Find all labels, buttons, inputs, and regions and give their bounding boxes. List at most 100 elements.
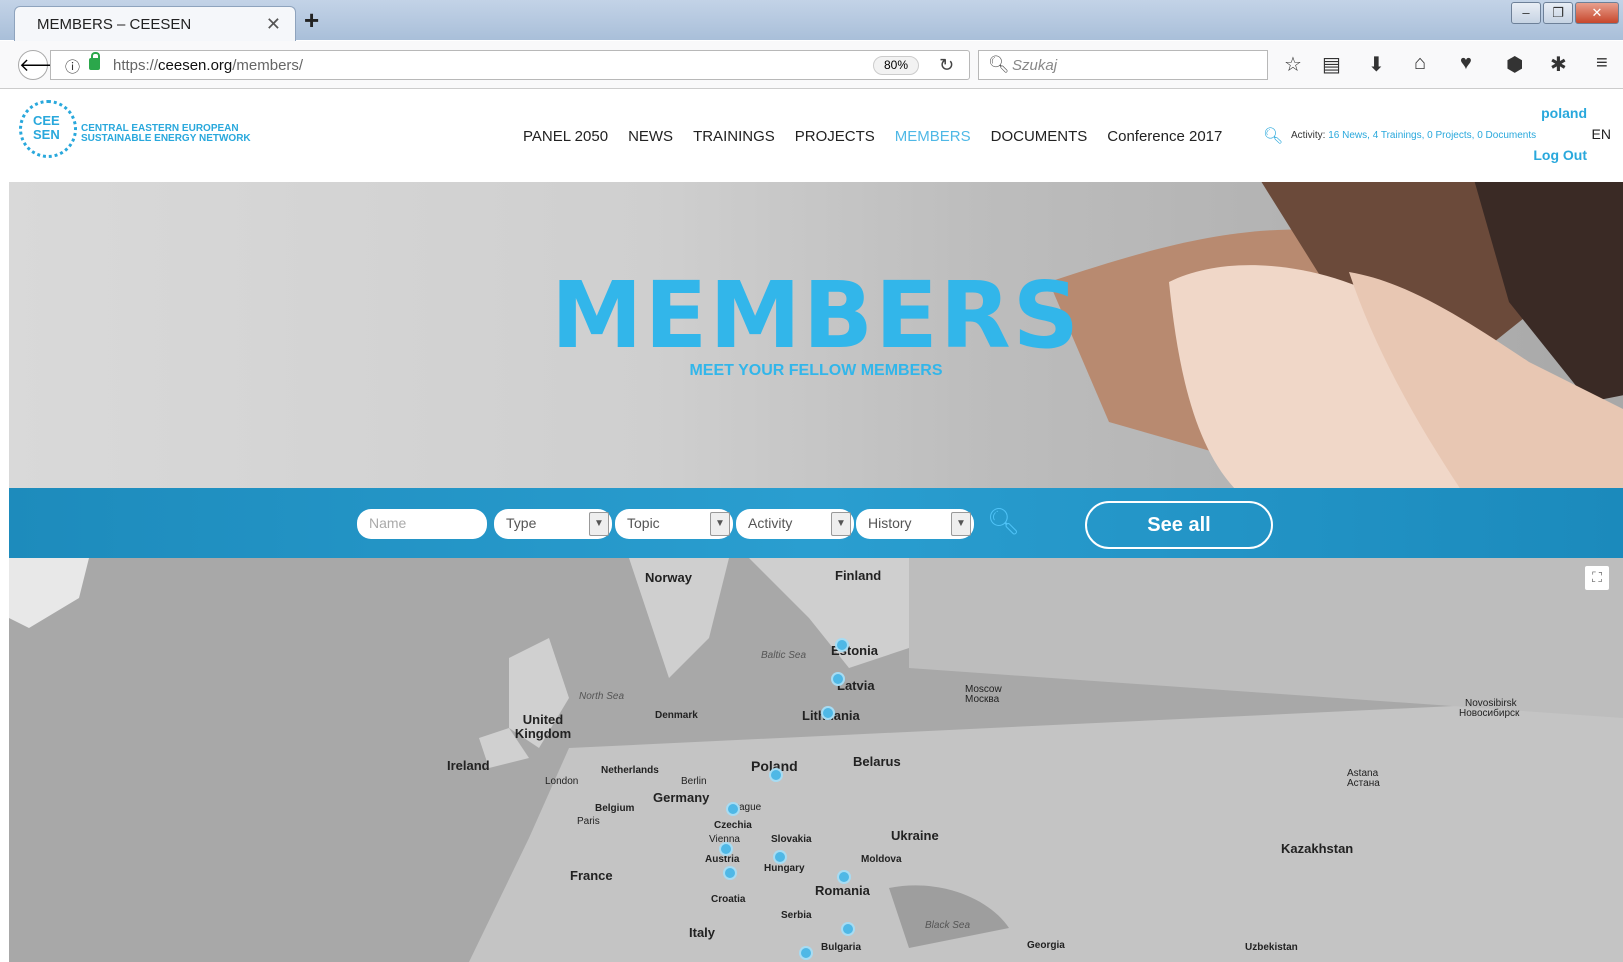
search-icon: 🔍︎ (988, 55, 1010, 74)
map-label: Belarus (853, 754, 901, 769)
map-label: Italy (689, 925, 716, 940)
member-pin[interactable] (719, 842, 733, 856)
hero-subtitle: MEET YOUR FELLOW MEMBERS (689, 362, 943, 379)
zoom-indicator[interactable]: 80% (873, 56, 920, 75)
minimize-icon[interactable]: – (1511, 2, 1541, 24)
back-arrow-icon[interactable]: 🡐 (18, 50, 67, 80)
chevron-down-icon[interactable]: ▼ (710, 512, 730, 536)
address-bar[interactable]: ⓘ https://ceesen.org/members/ 80% ↻ (50, 50, 970, 80)
history-select[interactable]: History ▼ (856, 509, 974, 539)
restore-icon[interactable]: ❐ (1543, 2, 1573, 24)
map-label: Slovakia (771, 834, 812, 845)
member-pin[interactable] (841, 922, 855, 936)
filter-search-icon[interactable]: 🔍︎ (987, 506, 1020, 537)
window-controls: – ❐ ✕ (1511, 2, 1619, 24)
map-label: North Sea (579, 691, 625, 702)
map-label: Netherlands (601, 765, 659, 776)
map-label: Croatia (711, 894, 746, 905)
map-label: Baltic Sea (761, 650, 807, 661)
member-pin[interactable] (769, 768, 783, 782)
map-label: Kazakhstan (1281, 841, 1354, 856)
members-map[interactable]: Norway Finland Estonia Latvia Lithuania … (9, 558, 1623, 962)
logo-text[interactable]: CENTRAL EASTERN EUROPEAN SUSTAINABLE ENE… (81, 124, 251, 144)
chevron-down-icon[interactable]: ▼ (951, 512, 971, 536)
map-label: Moldova (861, 854, 902, 865)
nav-documents[interactable]: DOCUMENTS (991, 128, 1088, 145)
topic-select[interactable]: Topic ▼ (615, 509, 733, 539)
filter-bar: Name Type ▼ Topic ▼ Activity ▼ History ▼… (9, 488, 1623, 558)
menu-icon[interactable]: ≡ (1596, 52, 1608, 75)
map-label: London (545, 776, 579, 787)
logout-link[interactable]: Log Out (1533, 147, 1587, 163)
map-label: Hungary (764, 863, 805, 874)
nav-projects[interactable]: PROJECTS (795, 128, 875, 145)
info-icon[interactable]: ⓘ (65, 56, 80, 77)
map-label: Berlin (681, 776, 707, 787)
browser-tab[interactable]: MEMBERS – CEESEN ✕ (14, 6, 296, 41)
nav-panel-2050[interactable]: PANEL 2050 (523, 128, 608, 145)
home-icon[interactable]: ⌂ (1414, 52, 1426, 75)
map-label: Астана (1347, 778, 1380, 789)
chevron-down-icon[interactable]: ▼ (831, 512, 851, 536)
user-name[interactable]: poland (1541, 105, 1587, 121)
member-pin[interactable] (799, 946, 813, 960)
activity-values[interactable]: 16 News, 4 Trainings, 0 Projects, 0 Docu… (1328, 130, 1536, 141)
member-pin[interactable] (821, 706, 835, 720)
nav-members[interactable]: MEMBERS (895, 128, 971, 145)
map-label: Austria (705, 854, 740, 865)
map-label: Norway (645, 570, 692, 585)
member-pin[interactable] (773, 850, 787, 864)
fullscreen-icon[interactable]: ⛶ (1585, 566, 1609, 590)
chevron-down-icon[interactable]: ▼ (589, 512, 609, 536)
map-label: Georgia (1027, 940, 1065, 951)
close-tab-icon[interactable]: ✕ (266, 14, 281, 35)
nav-news[interactable]: NEWS (628, 128, 673, 145)
nav-trainings[interactable]: TRAININGS (693, 128, 775, 145)
name-filter-input[interactable]: Name (357, 509, 487, 539)
main-nav: PANEL 2050 NEWS TRAININGS PROJECTS MEMBE… (523, 128, 1222, 145)
download-icon[interactable]: ⬇ (1368, 52, 1385, 77)
activity-select[interactable]: Activity ▼ (736, 509, 854, 539)
map-label: Black Sea (925, 920, 971, 931)
nav-conference-2017[interactable]: Conference 2017 (1107, 128, 1222, 145)
title-bar: MEMBERS – CEESEN ✕ + – ❐ ✕ (0, 0, 1623, 41)
reload-icon[interactable]: ↻ (939, 55, 954, 76)
language-switch[interactable]: EN (1592, 126, 1611, 142)
hero-banner: MEMBERS MEET YOUR FELLOW MEMBERS (9, 182, 1623, 488)
hero-title: MEMBERS (550, 262, 1082, 369)
member-pin[interactable] (831, 672, 845, 686)
close-window-icon[interactable]: ✕ (1575, 2, 1619, 24)
logo-mark: CEE SEN (33, 113, 60, 142)
pocket-icon[interactable]: ♥ (1460, 52, 1472, 75)
map-label: Belgium (595, 803, 635, 814)
reading-list-icon[interactable]: ▤ (1322, 52, 1341, 77)
map-label: Romania (815, 883, 870, 898)
search-placeholder: Szukaj (1012, 57, 1058, 74)
map-label: Bulgaria (821, 942, 862, 953)
member-pin[interactable] (723, 866, 737, 880)
site-header: CEE SEN CENTRAL EASTERN EUROPEAN SUSTAIN… (9, 90, 1623, 182)
map-label: Новосибирск (1459, 708, 1520, 719)
map-land (9, 558, 1623, 962)
map-label: Москва (965, 694, 1000, 705)
member-pin[interactable] (726, 802, 740, 816)
map-label: Ireland (447, 758, 490, 773)
map-label: Ukraine (891, 828, 939, 843)
type-select[interactable]: Type ▼ (494, 509, 612, 539)
bookmark-star-icon[interactable]: ☆ (1284, 52, 1302, 77)
member-pin[interactable] (837, 870, 851, 884)
browser-search-input[interactable]: 🔍︎ Szukaj (978, 50, 1268, 80)
map-label: Czechia (714, 820, 752, 831)
map-label: United Kingdom (514, 712, 572, 741)
member-pin[interactable] (835, 638, 849, 652)
lock-icon[interactable] (89, 52, 100, 70)
site-search-icon[interactable]: 🔍︎ (1263, 126, 1283, 146)
extension-icon[interactable]: ✱ (1550, 52, 1567, 77)
map-label: Paris (577, 816, 600, 827)
browser-window: MEMBERS – CEESEN ✕ + – ❐ ✕ 🡐 ⓘ https://c… (0, 0, 1623, 962)
url-text: https://ceesen.org/members/ (113, 57, 304, 74)
new-tab-icon[interactable]: + (304, 5, 319, 36)
logo[interactable]: CEE SEN (19, 100, 77, 158)
shield-icon[interactable]: ⬢ (1506, 52, 1523, 77)
see-all-button[interactable]: See all (1085, 501, 1273, 549)
